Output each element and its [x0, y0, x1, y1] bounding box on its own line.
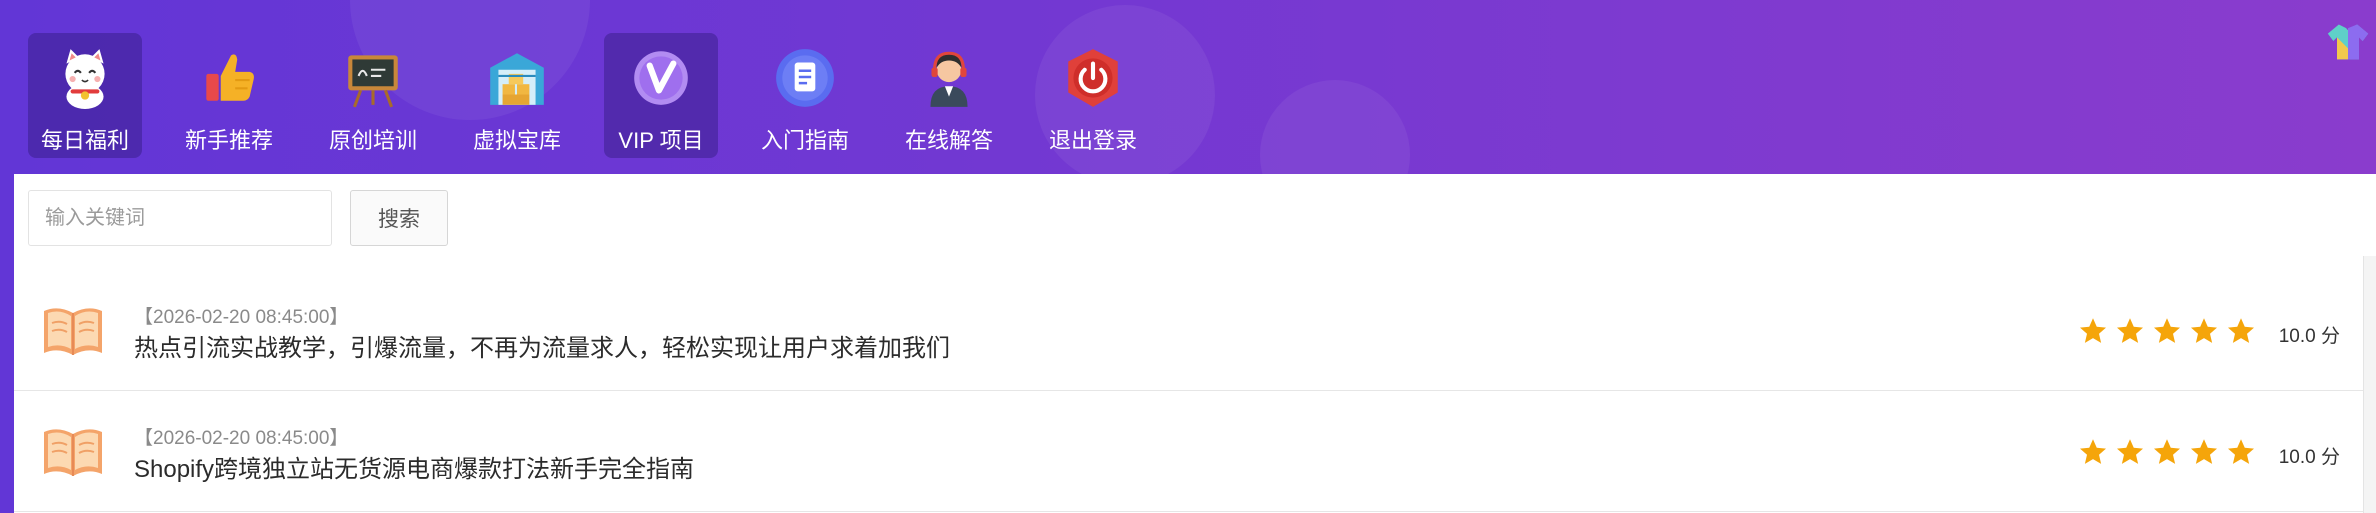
- nav-item-label: 新手推荐: [184, 128, 273, 153]
- nav-item-label: 入门指南: [760, 128, 849, 153]
- document-icon: [776, 49, 834, 107]
- nav-item-label: 在线解答: [904, 128, 993, 153]
- star-icon: [2154, 318, 2180, 343]
- star-icon: [2191, 318, 2217, 343]
- list-item[interactable]: 【2026-02-20 08:45:00】 热点引流实战教学，引爆流量，不再为流…: [14, 270, 2376, 391]
- nav-item-vip-projects[interactable]: VIP 项目: [604, 33, 718, 158]
- star-icon: [2191, 439, 2217, 464]
- nav-item-logout[interactable]: 退出登录: [1036, 33, 1150, 158]
- nav-item-label: 原创培训: [328, 128, 417, 153]
- scrollbar[interactable]: [2363, 256, 2376, 513]
- book-icon: [44, 308, 102, 355]
- nav-item-daily-welfare[interactable]: 每日福利: [28, 33, 142, 158]
- rating-stars: [2071, 316, 2256, 346]
- lucky-cat-icon: [65, 49, 105, 109]
- star-icon: [2117, 439, 2143, 464]
- thumbs-up-icon: [206, 54, 254, 101]
- main-content: 搜索 【2026-02-20 08:45:00】 热点引流实战教学，引爆流量，不…: [14, 174, 2376, 513]
- article-list: 【2026-02-20 08:45:00】 热点引流实战教学，引爆流量，不再为流…: [14, 270, 2376, 512]
- top-navigation-bar: 每日福利 新手推荐 原创培训 虚拟宝库 VIP 项目 入门指南 在线解答 退出登…: [0, 0, 2376, 174]
- tshirt-icon[interactable]: [2326, 18, 2370, 64]
- star-icon: [2154, 439, 2180, 464]
- nav-item-online-answers[interactable]: 在线解答: [892, 33, 1006, 158]
- item-score: 10.0 分: [2278, 326, 2340, 347]
- header-decoration: [1260, 80, 1410, 174]
- item-date: 【2026-02-20 08:45:00】: [134, 307, 349, 328]
- rating-stars: [2071, 437, 2256, 467]
- star-icon: [2080, 318, 2106, 343]
- list-item[interactable]: 【2026-02-20 08:45:00】 Shopify跨境独立站无货源电商爆…: [14, 391, 2376, 512]
- support-agent-icon: [930, 51, 968, 107]
- star-icon: [2080, 439, 2106, 464]
- nav-item-label: 虚拟宝库: [472, 128, 561, 153]
- warehouse-icon: [490, 53, 544, 105]
- power-icon: [1068, 49, 1118, 107]
- star-icon: [2117, 318, 2143, 343]
- nav-item-virtual-treasury[interactable]: 虚拟宝库: [460, 33, 574, 158]
- item-title[interactable]: 热点引流实战教学，引爆流量，不再为流量求人，轻松实现让用户求着加我们: [134, 328, 950, 363]
- book-icon: [44, 429, 102, 476]
- star-icon: [2228, 318, 2254, 343]
- search-button[interactable]: 搜索: [350, 190, 448, 246]
- item-date: 【2026-02-20 08:45:00】: [134, 428, 349, 449]
- nav-item-newbie-recommend[interactable]: 新手推荐: [172, 33, 286, 158]
- nav-item-label: VIP 项目: [618, 128, 704, 153]
- vip-badge-icon: [634, 51, 688, 105]
- search-input[interactable]: [28, 190, 332, 246]
- chalkboard-icon: [348, 55, 398, 108]
- main-nav: 每日福利 新手推荐 原创培训 虚拟宝库 VIP 项目 入门指南 在线解答 退出登…: [28, 33, 1180, 158]
- nav-item-label: 每日福利: [40, 128, 129, 153]
- nav-item-original-training[interactable]: 原创培训: [316, 33, 430, 158]
- star-icon: [2228, 439, 2254, 464]
- nav-item-getting-started[interactable]: 入门指南: [748, 33, 862, 158]
- item-title[interactable]: Shopify跨境独立站无货源电商爆款打法新手完全指南: [134, 449, 694, 484]
- nav-item-label: 退出登录: [1048, 128, 1137, 153]
- item-score: 10.0 分: [2278, 447, 2340, 468]
